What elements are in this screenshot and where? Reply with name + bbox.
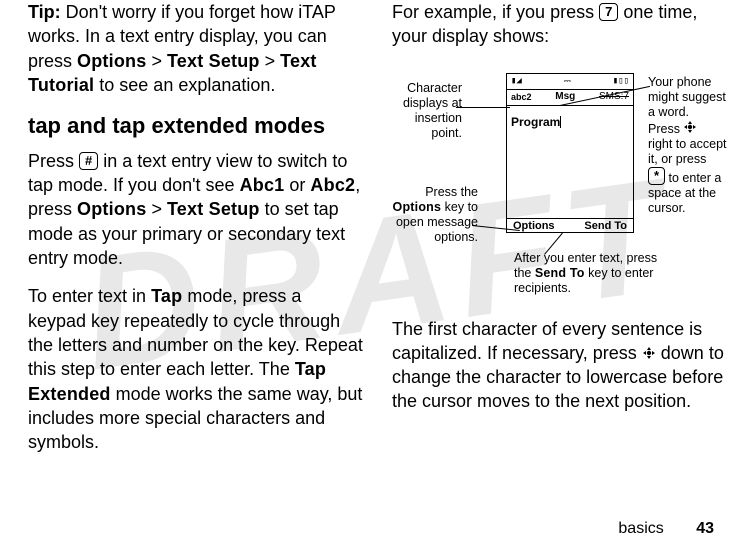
page-columns: Tip: Don't worry if you forget how iTAP … [0,0,756,468]
softkey-sendto: Send To [584,219,627,234]
a-r1f: it, or press [648,152,706,166]
a-l2a: Press the [425,185,478,199]
star-key-icon: * [648,167,665,185]
signal-icon: ▮◢ [511,75,522,87]
annot-suggest-word: Your phone might suggest a word. Press r… [648,75,738,216]
phone-diagram: ▮◢ ⎓ ▮▯▯ abc2 Msg SMS:7 Program Options … [392,63,728,303]
a-r1c: a word. [648,105,689,119]
p3a: To enter text in [28,286,151,306]
example-intro: For example, if you press 7 one time, yo… [392,0,728,49]
tap-label: Tap [151,286,182,306]
a-l2b: Options [393,200,442,214]
softkey-bar: Options Send To [507,218,633,234]
sep-3: > [146,199,167,219]
leader-char [456,107,510,108]
nav-icon [683,120,697,134]
seven-key-icon: 7 [599,3,618,21]
status-bar: ▮◢ ⎓ ▮▯▯ [507,74,633,90]
abc1-label: Abc1 [240,175,285,195]
a-l2d: open message [396,215,478,229]
text-cursor-icon [560,116,561,128]
suggested-word: Program [511,115,560,129]
a-b2b: Send To [535,266,585,280]
a-c4: point. [431,126,462,140]
a-r1h: space at the [648,186,716,200]
annot-sendto: After you enter text, press the Send To … [514,251,684,296]
p2a: Press [28,151,79,171]
sep-1: > [146,51,167,71]
right-column: For example, if you press 7 one time, yo… [392,0,728,468]
mode-indicator: abc2 [511,91,532,103]
a-l2c: key to [441,200,478,214]
a-r1i: cursor. [648,201,686,215]
tap-switch-paragraph: Press # in a text entry view to switch t… [28,149,364,270]
a-b2c: key to enter [585,266,654,280]
tip-text-2: to see an explanation. [94,75,275,95]
section-heading: tap and tap extended modes [28,111,364,141]
plug-icon: ⎓ [564,75,571,87]
sep-2: > [260,51,281,71]
text-setup-label: Text Setup [167,199,260,219]
a-r1g: to enter a [665,171,721,185]
a-r1a: Your phone [648,75,712,89]
p2or: or [284,175,310,195]
annot-character: Character displays at insertion point. [392,81,462,141]
options-label: Options [77,199,146,219]
tap-explain-paragraph: To enter text in Tap mode, press a keypa… [28,284,364,454]
left-column: Tip: Don't worry if you forget how iTAP … [28,0,364,468]
a-b2a: the [514,266,535,280]
footer-section: basics [618,520,663,537]
menu-text-setup: Text Setup [167,51,260,71]
page-footer: basics 43 [618,520,714,538]
a-r1e: right to accept [648,137,727,151]
capitalize-paragraph: The first character of every sentence is… [392,317,728,414]
phone-screen: ▮◢ ⎓ ▮▯▯ abc2 Msg SMS:7 Program Options … [506,73,634,233]
hash-key-icon: # [79,152,98,170]
a-c2: displays at [403,96,462,110]
a-c1: Character [407,81,462,95]
footer-page-number: 43 [696,520,714,537]
a-l2e: options. [434,230,478,244]
nav-icon-2 [642,346,656,360]
r-p1a: For example, if you press [392,2,599,22]
a-r1d: Press [648,122,683,136]
abc2-label: Abc2 [310,175,355,195]
menu-options: Options [77,51,146,71]
softkey-options: Options [513,219,555,234]
a-r1b: might suggest [648,90,726,104]
battery-icon: ▮▯▯ [613,75,629,87]
tip-paragraph: Tip: Don't worry if you forget how iTAP … [28,0,364,97]
a-c3: insertion [415,111,462,125]
tip-label: Tip: [28,2,61,22]
message-area: Program [507,106,633,218]
a-b3: recipients. [514,281,571,295]
annot-options-key: Press the Options key to open message op… [392,185,478,245]
a-b1: After you enter text, press [514,251,657,265]
